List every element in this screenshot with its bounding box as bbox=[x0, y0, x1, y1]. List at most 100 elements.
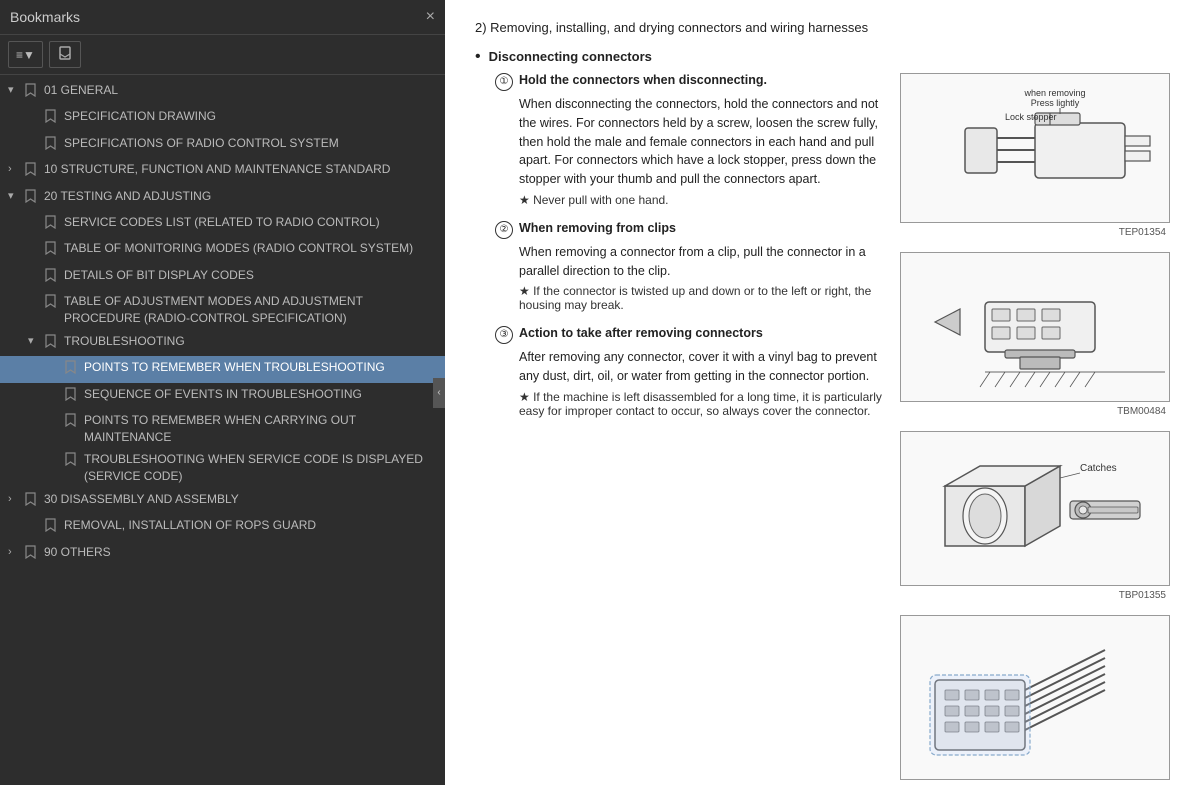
bookmark-icon-monitoring-modes bbox=[45, 240, 59, 260]
sidebar-item-30-disassembly[interactable]: › 30 DISASSEMBLY AND ASSEMBLY bbox=[0, 488, 445, 514]
item-label-points-troubleshooting: POINTS TO REMEMBER WHEN TROUBLESHOOTING bbox=[84, 359, 439, 376]
document-content: 2) Removing, installing, and drying conn… bbox=[445, 0, 1200, 785]
bookmark-icon-service-codes bbox=[45, 214, 59, 234]
bullet-title: Disconnecting connectors bbox=[489, 49, 652, 64]
bookmark-icon-20-testing bbox=[25, 188, 39, 208]
expand-icon-20-testing: ▾ bbox=[8, 188, 22, 204]
bookmark-icon-90-others bbox=[25, 544, 39, 564]
item-label-removal-rops: REMOVAL, INSTALLATION OF ROPS GUARD bbox=[64, 517, 439, 534]
sub-item-3-title: Action to take after removing connectors bbox=[519, 326, 763, 340]
expand-icon-points-maintenance bbox=[48, 412, 62, 413]
expand-icon-troubleshooting: ▾ bbox=[28, 333, 42, 349]
bookmark-icon-spec-drawing bbox=[45, 108, 59, 128]
sidebar-item-20-testing[interactable]: ▾20 TESTING AND ADJUSTING bbox=[0, 185, 445, 211]
item-label-troubleshooting: TROUBLESHOOTING bbox=[64, 333, 439, 350]
expand-icon-removal-rops bbox=[28, 517, 42, 518]
expand-icon-monitoring-modes bbox=[28, 240, 42, 241]
circle-num-3: ③ bbox=[495, 326, 513, 344]
bookmark-icon-01-general bbox=[25, 82, 39, 102]
sidebar: Bookmarks × ≡▼ ▾01 GENERALSPECIFICATION … bbox=[0, 0, 445, 785]
item-label-30-disassembly: 30 DISASSEMBLY AND ASSEMBLY bbox=[44, 491, 439, 508]
bookmark-icon-adjustment-modes bbox=[45, 293, 59, 313]
bookmark-icon-troubleshooting-service bbox=[65, 451, 79, 471]
bookmark-icon-30-disassembly bbox=[25, 491, 39, 511]
item-label-10-structure: 10 STRUCTURE, FUNCTION AND MAINTENANCE S… bbox=[44, 161, 439, 178]
sidebar-item-points-troubleshooting[interactable]: POINTS TO REMEMBER WHEN TROUBLESHOOTING bbox=[0, 356, 445, 382]
sidebar-item-points-maintenance[interactable]: POINTS TO REMEMBER WHEN CARRYING OUT MAI… bbox=[0, 409, 445, 449]
diagram-1-svg: Press lightly when removing Lock stopper bbox=[905, 78, 1165, 218]
item-label-points-maintenance: POINTS TO REMEMBER WHEN CARRYING OUT MAI… bbox=[84, 412, 439, 446]
diagram-2-container: TBM00484 bbox=[900, 252, 1170, 425]
expand-icon-spec-drawing bbox=[28, 108, 42, 109]
sidebar-close-button[interactable]: × bbox=[426, 8, 435, 26]
sidebar-collapse-handle[interactable]: ‹ bbox=[433, 378, 445, 408]
sub-item-2: ② When removing from clips When removing… bbox=[495, 221, 890, 313]
bookmark-icon-points-troubleshooting bbox=[65, 359, 79, 379]
sidebar-tree: ▾01 GENERALSPECIFICATION DRAWINGSPECIFIC… bbox=[0, 75, 445, 785]
item-label-spec-radio: SPECIFICATIONS OF RADIO CONTROL SYSTEM bbox=[64, 135, 439, 152]
diagram-3-container: Catches TBP01355 bbox=[900, 431, 1170, 609]
left-text-column: ① Hold the connectors when disconnecting… bbox=[475, 73, 890, 785]
sub-item-3-star: ★ If the machine is left disassembled fo… bbox=[519, 390, 890, 418]
sidebar-item-spec-radio[interactable]: SPECIFICATIONS OF RADIO CONTROL SYSTEM bbox=[0, 132, 445, 158]
sidebar-item-spec-drawing[interactable]: SPECIFICATION DRAWING bbox=[0, 105, 445, 131]
svg-text:when removing: when removing bbox=[1023, 88, 1085, 98]
toolbar-expand-button[interactable]: ≡▼ bbox=[8, 41, 43, 68]
content-wrapper: ① Hold the connectors when disconnecting… bbox=[475, 73, 1170, 785]
sidebar-item-troubleshooting[interactable]: ▾ TROUBLESHOOTING bbox=[0, 330, 445, 356]
bookmark-icon-10-structure bbox=[25, 161, 39, 181]
sub-item-2-text: When removing a connector from a clip, p… bbox=[519, 243, 890, 281]
expand-icon-30-disassembly: › bbox=[8, 491, 22, 507]
diagram-4-svg bbox=[905, 620, 1165, 775]
bookmark-icon-sequence-events bbox=[65, 386, 79, 406]
diagram-2-svg bbox=[905, 257, 1165, 397]
sub-item-1-title: Hold the connectors when disconnecting. bbox=[519, 73, 767, 87]
circle-num-1: ① bbox=[495, 73, 513, 91]
sub-item-2-star: ★ If the connector is twisted up and dow… bbox=[519, 284, 890, 312]
bookmark-icon-points-maintenance bbox=[65, 412, 79, 432]
sidebar-item-01-general[interactable]: ▾01 GENERAL bbox=[0, 79, 445, 105]
item-label-bit-display: DETAILS OF BIT DISPLAY CODES bbox=[64, 267, 439, 284]
sidebar-header: Bookmarks × bbox=[0, 0, 445, 35]
sidebar-item-90-others[interactable]: › 90 OTHERS bbox=[0, 541, 445, 567]
sidebar-item-service-codes[interactable]: SERVICE CODES LIST (RELATED TO RADIO CON… bbox=[0, 211, 445, 237]
bullet-disconnecting: • Disconnecting connectors bbox=[475, 49, 1170, 65]
sidebar-item-removal-rops[interactable]: REMOVAL, INSTALLATION OF ROPS GUARD bbox=[0, 514, 445, 540]
expand-icon-service-codes bbox=[28, 214, 42, 215]
sub-item-1-star: ★ Never pull with one hand. bbox=[519, 193, 890, 207]
svg-text:Press lightly: Press lightly bbox=[1031, 98, 1080, 108]
expand-icon-10-structure: › bbox=[8, 161, 22, 177]
item-label-troubleshooting-service: TROUBLESHOOTING WHEN SERVICE CODE IS DIS… bbox=[84, 451, 439, 485]
sidebar-toolbar: ≡▼ bbox=[0, 35, 445, 75]
expand-icon-troubleshooting-service bbox=[48, 451, 62, 452]
svg-text:Catches: Catches bbox=[1080, 463, 1117, 474]
sidebar-item-bit-display[interactable]: DETAILS OF BIT DISPLAY CODES bbox=[0, 264, 445, 290]
expand-icon-adjustment-modes bbox=[28, 293, 42, 294]
sidebar-item-adjustment-modes[interactable]: TABLE OF ADJUSTMENT MODES AND ADJUSTMENT… bbox=[0, 290, 445, 330]
bullet-dot: • bbox=[475, 49, 481, 65]
sidebar-item-troubleshooting-service[interactable]: TROUBLESHOOTING WHEN SERVICE CODE IS DIS… bbox=[0, 448, 445, 488]
expand-icon-90-others: › bbox=[8, 544, 22, 560]
main-content: 2) Removing, installing, and drying conn… bbox=[445, 0, 1200, 785]
item-label-01-general: 01 GENERAL bbox=[44, 82, 439, 99]
sidebar-item-monitoring-modes[interactable]: TABLE OF MONITORING MODES (RADIO CONTROL… bbox=[0, 237, 445, 263]
item-label-90-others: 90 OTHERS bbox=[44, 544, 439, 561]
diagram-1-caption: TEP01354 bbox=[900, 227, 1170, 238]
diagram-1: Press lightly when removing Lock stopper bbox=[900, 73, 1170, 223]
sidebar-item-10-structure[interactable]: › 10 STRUCTURE, FUNCTION AND MAINTENANCE … bbox=[0, 158, 445, 184]
bookmark-icon-bit-display bbox=[45, 267, 59, 287]
expand-icon-spec-radio bbox=[28, 135, 42, 136]
bookmark-icon-spec-radio bbox=[45, 135, 59, 155]
sub-item-2-title: When removing from clips bbox=[519, 221, 676, 235]
toolbar-bookmark-button[interactable] bbox=[49, 41, 81, 68]
sidebar-item-sequence-events[interactable]: SEQUENCE OF EVENTS IN TROUBLESHOOTING bbox=[0, 383, 445, 409]
section-title: Removing, installing, and drying connect… bbox=[490, 20, 868, 35]
diagram-3-svg: Catches bbox=[905, 436, 1165, 581]
diagram-4 bbox=[900, 615, 1170, 780]
circle-num-2: ② bbox=[495, 221, 513, 239]
svg-text:Lock stopper: Lock stopper bbox=[1005, 112, 1057, 122]
item-label-sequence-events: SEQUENCE OF EVENTS IN TROUBLESHOOTING bbox=[84, 386, 439, 403]
sub-item-1-text: When disconnecting the connectors, hold … bbox=[519, 95, 890, 189]
diagram-3-caption: TBP01355 bbox=[900, 590, 1170, 601]
expand-icon-bit-display bbox=[28, 267, 42, 268]
